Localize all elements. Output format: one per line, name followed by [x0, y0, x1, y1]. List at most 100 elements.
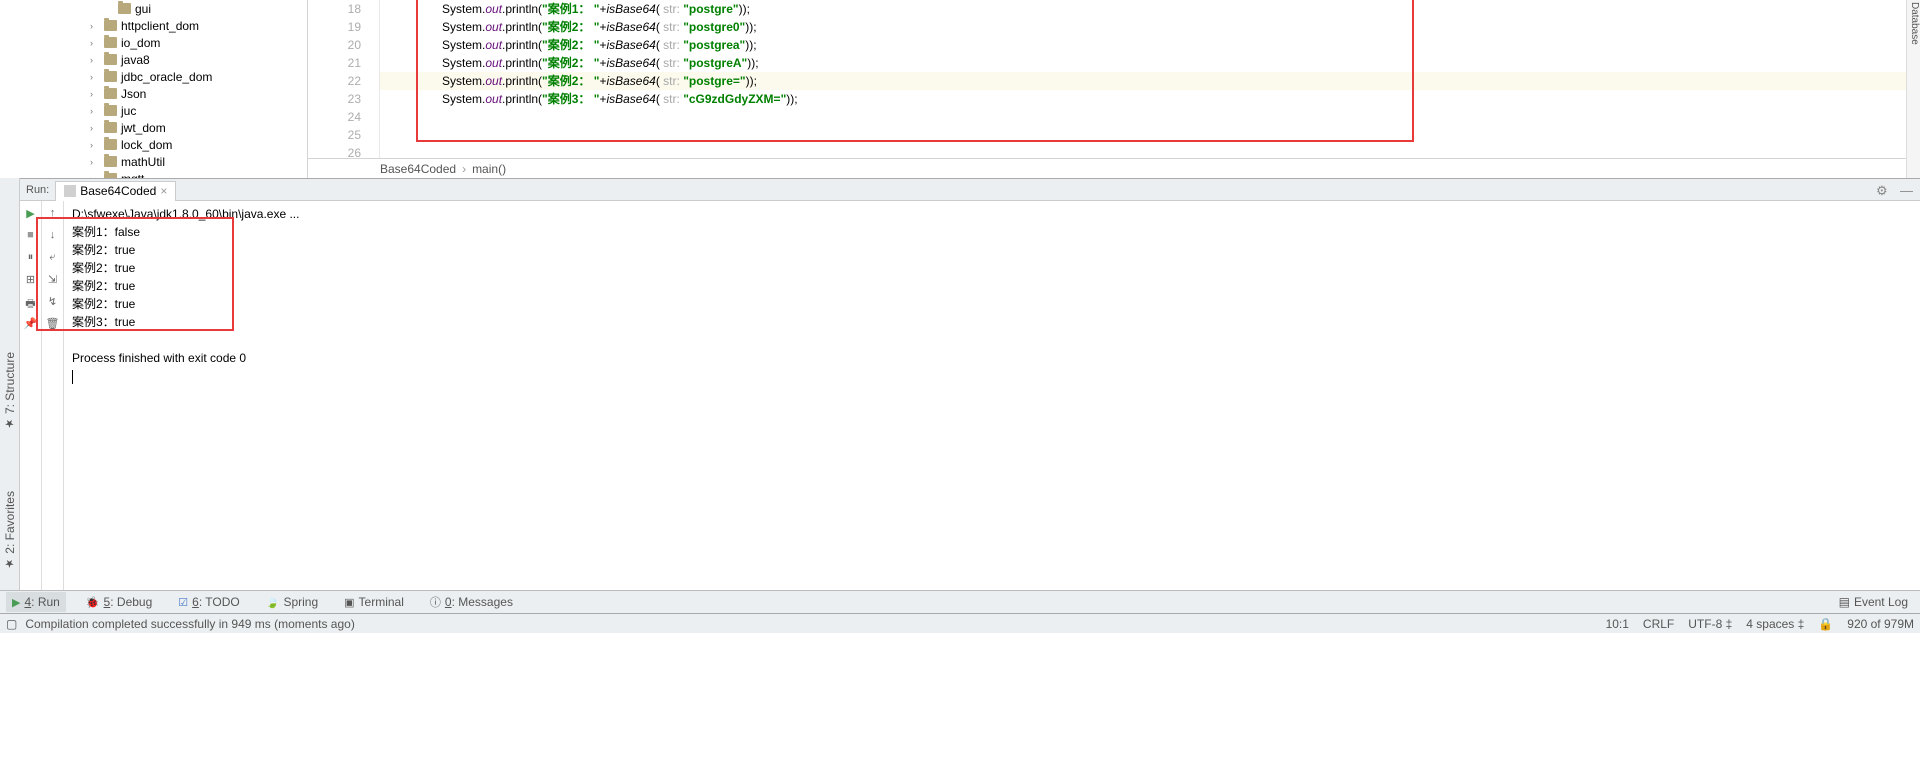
- rerun-icon[interactable]: ▶: [24, 207, 38, 221]
- breadcrumb-class[interactable]: Base64Coded: [380, 162, 456, 176]
- down-icon[interactable]: ↓: [46, 229, 60, 243]
- event-log-icon: ▤: [1839, 595, 1850, 609]
- code-line[interactable]: [380, 108, 1920, 126]
- console-line: 案例1：false: [72, 223, 1912, 241]
- bottom-tabs: ▶4: Run 🐞5: Debug ☑6: TODO 🍃Spring ▣Term…: [0, 590, 1920, 613]
- code-line[interactable]: System.out.println("案例2： "+isBase64( str…: [380, 18, 1920, 36]
- console-line: 案例2：true: [72, 277, 1912, 295]
- memory-indicator[interactable]: 920 of 979M: [1847, 617, 1914, 631]
- clear-icon[interactable]: ↯: [46, 295, 60, 309]
- tree-item[interactable]: › java8: [90, 51, 307, 68]
- code-line[interactable]: System.out.println("案例2： "+isBase64( str…: [380, 54, 1920, 72]
- tree-label: mqtt: [121, 172, 144, 179]
- todo-icon: ☑: [178, 596, 188, 609]
- folder-icon: [104, 122, 117, 133]
- console-line: 案例3：true: [72, 313, 1912, 331]
- tab-debug[interactable]: 🐞5: Debug: [80, 592, 158, 612]
- run-toolbar-1: ▶ ■ ⏸ ⊞ 🖶 📌: [20, 201, 42, 590]
- breadcrumb-method[interactable]: main(): [472, 162, 506, 176]
- print-icon[interactable]: 🖶: [24, 295, 38, 309]
- console-line: 案例2：true: [72, 295, 1912, 313]
- status-message: Compilation completed successfully in 94…: [25, 617, 354, 631]
- tree-item[interactable]: ›lock_dom: [90, 136, 307, 153]
- chevron-right-icon: ›: [90, 174, 100, 179]
- run-header: Run: Base64Coded × ⚙ —: [20, 179, 1920, 201]
- tree-item[interactable]: › io_dom: [90, 34, 307, 51]
- run-panel: Run: Base64Coded × ⚙ — ▶ ■ ⏸ ⊞ 🖶 📌 ↑ ↓ ⤶…: [20, 178, 1920, 590]
- tab-spring[interactable]: 🍃Spring: [260, 592, 324, 612]
- console-output[interactable]: D:\sfwexe\Java\jdk1.8.0_60\bin\java.exe …: [64, 201, 1920, 590]
- tree-label: gui: [135, 2, 151, 16]
- tree-label: mathUtil: [121, 155, 165, 169]
- folder-icon: [104, 173, 117, 178]
- tree-item[interactable]: ›Json: [90, 85, 307, 102]
- status-icon: ▢: [6, 617, 17, 631]
- code-line[interactable]: [380, 144, 1920, 158]
- gutter: 181920212223242526: [308, 0, 380, 158]
- console-line: 案例2：true: [72, 259, 1912, 277]
- tree-label: jwt_dom: [121, 121, 166, 135]
- tree-item[interactable]: ›gui: [90, 0, 307, 17]
- tree-item[interactable]: ›mathUtil: [90, 153, 307, 170]
- code-line[interactable]: System.out.println("案例2： "+isBase64( str…: [380, 72, 1920, 90]
- folder-icon: [104, 71, 117, 82]
- tree-item[interactable]: › jdbc_oracle_dom: [90, 68, 307, 85]
- chevron-right-icon: ›: [90, 140, 100, 150]
- chevron-right-icon: ›: [90, 21, 100, 31]
- tree-label: jdbc_oracle_dom: [121, 70, 212, 84]
- minimize-icon[interactable]: —: [1900, 183, 1914, 197]
- code-area[interactable]: System.out.println("案例1： "+isBase64( str…: [380, 0, 1920, 158]
- chevron-right-icon: ›: [90, 123, 100, 133]
- bug-icon: 🐞: [86, 596, 100, 609]
- code-line[interactable]: System.out.println("案例3： "+isBase64( str…: [380, 90, 1920, 108]
- lock-icon[interactable]: 🔒: [1818, 617, 1833, 631]
- breadcrumb[interactable]: Base64Coded › main(): [308, 158, 1920, 178]
- caret-position[interactable]: 10:1: [1606, 617, 1629, 631]
- folder-icon: [104, 37, 117, 48]
- folder-icon: [104, 88, 117, 99]
- console-line: D:\sfwexe\Java\jdk1.8.0_60\bin\java.exe …: [72, 205, 1912, 223]
- tree-item[interactable]: › mqtt: [90, 170, 307, 178]
- close-icon[interactable]: ×: [160, 184, 167, 198]
- pin-icon[interactable]: 📌: [24, 317, 38, 331]
- wrap-icon[interactable]: ⤶: [46, 251, 60, 265]
- tab-todo[interactable]: ☑6: TODO: [172, 592, 245, 612]
- pause-icon[interactable]: ⏸: [24, 251, 38, 265]
- stop-icon[interactable]: ■: [24, 229, 38, 243]
- tree-item[interactable]: ›juc: [90, 102, 307, 119]
- encoding[interactable]: UTF-8 ‡: [1688, 617, 1732, 631]
- layout-icon[interactable]: ⊞: [24, 273, 38, 287]
- tree-label: java8: [121, 53, 150, 67]
- structure-tab[interactable]: ★ 7: Structure: [3, 352, 17, 430]
- code-line[interactable]: System.out.println("案例2： "+isBase64( str…: [380, 36, 1920, 54]
- code-line[interactable]: System.out.println("案例1： "+isBase64( str…: [380, 0, 1920, 18]
- trash-icon[interactable]: 🗑: [46, 317, 60, 331]
- editor-pane: 181920212223242526 System.out.println("案…: [308, 0, 1920, 178]
- favorites-tab[interactable]: ★ 2: Favorites: [3, 491, 17, 570]
- tab-event-log[interactable]: ▤Event Log: [1833, 592, 1914, 612]
- left-tool-strip: ★ 7: Structure ★ 2: Favorites: [0, 178, 20, 590]
- tab-messages[interactable]: ⓘ0: Messages: [424, 591, 519, 613]
- console-line: Process finished with exit code 0: [72, 349, 1912, 367]
- run-tab[interactable]: Base64Coded ×: [55, 181, 176, 201]
- chevron-right-icon: ›: [90, 38, 100, 48]
- line-separator[interactable]: CRLF: [1643, 617, 1674, 631]
- folder-icon: [104, 20, 117, 31]
- chevron-right-icon: ›: [90, 72, 100, 82]
- database-tab[interactable]: Database: [1909, 2, 1920, 45]
- up-icon[interactable]: ↑: [46, 207, 60, 221]
- tab-run[interactable]: ▶4: Run: [6, 592, 66, 612]
- tab-terminal[interactable]: ▣Terminal: [338, 592, 410, 612]
- tree-label: io_dom: [121, 36, 160, 50]
- code-line[interactable]: [380, 126, 1920, 144]
- gear-icon[interactable]: ⚙: [1876, 183, 1890, 197]
- project-tree-sidebar[interactable]: ›gui›httpclient_dom›io_dom›java8›jdbc_or…: [0, 0, 308, 178]
- tree-item[interactable]: ›httpclient_dom: [90, 17, 307, 34]
- right-gutter: Database: [1906, 0, 1920, 178]
- scroll-icon[interactable]: ⇲: [46, 273, 60, 287]
- tree-item[interactable]: › jwt_dom: [90, 119, 307, 136]
- folder-icon: [104, 139, 117, 150]
- chevron-right-icon: ›: [90, 55, 100, 65]
- indent[interactable]: 4 spaces ‡: [1746, 617, 1804, 631]
- chevron-right-icon: ›: [462, 162, 466, 176]
